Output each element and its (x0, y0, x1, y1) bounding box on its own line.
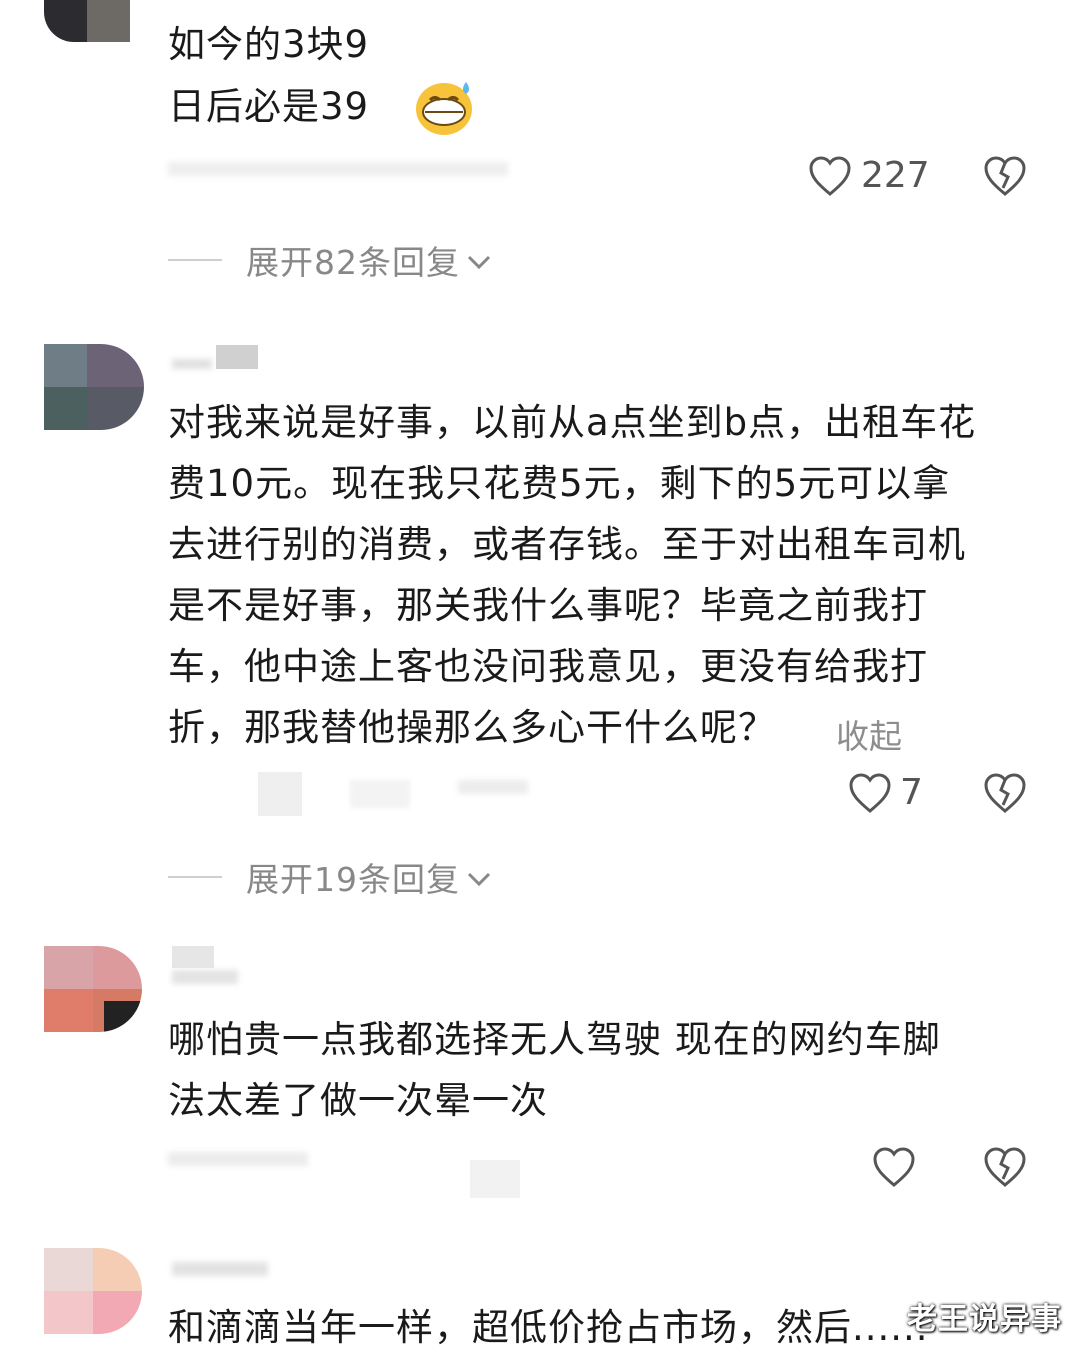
comment-text-line: 法太差了做一次晕一次 (168, 1079, 548, 1122)
comment-text-line: 如今的3块9 (168, 23, 370, 66)
comment-text-line: 车，他中途上客也没问我意见，更没有给我打 (168, 645, 928, 688)
like-icon[interactable] (808, 155, 852, 197)
avatar[interactable] (44, 344, 144, 430)
like-icon[interactable] (872, 1146, 916, 1188)
comment-text-line: 和滴滴当年一样，超低价抢占市场，然后...... (168, 1306, 929, 1349)
like-count: 7 (900, 772, 923, 813)
divider (168, 259, 222, 261)
avatar[interactable] (44, 0, 130, 42)
dislike-icon[interactable] (983, 1146, 1027, 1188)
username[interactable] (172, 345, 258, 369)
divider (168, 876, 222, 878)
comment-text-line: 日后必是39 (168, 85, 370, 128)
expand-replies-button[interactable]: 展开82条回复 (168, 236, 492, 284)
comment-meta (168, 162, 508, 176)
comment-text-line: 对我来说是好事，以前从a点坐到b点，出租车花 (168, 401, 977, 444)
comment-text-line: 去进行别的消费，或者存钱。至于对出租车司机 (168, 523, 966, 566)
chevron-down-icon (466, 858, 492, 897)
username[interactable] (172, 1262, 268, 1276)
collapse-button[interactable]: 收起 (836, 710, 902, 758)
comment-text-line: 折，那我替他操那么多心干什么呢？ (168, 706, 776, 749)
comment-text-line: 哪怕贵一点我都选择无人驾驶 现在的网约车脚 (168, 1018, 941, 1061)
dislike-icon[interactable] (983, 772, 1027, 814)
grinning-sweat-emoji (414, 78, 476, 136)
avatar[interactable] (44, 946, 142, 1032)
watermark: 老王说异事 (907, 1302, 1062, 1337)
dislike-icon[interactable] (983, 155, 1027, 197)
comment-text-line: 费10元。现在我只花费5元，剩下的5元可以拿 (168, 462, 951, 505)
comment-meta (168, 1148, 520, 1198)
comment-text-line: 是不是好事，那关我什么事呢？毕竟之前我打 (168, 584, 928, 627)
username[interactable] (172, 946, 238, 988)
like-icon[interactable] (848, 772, 892, 814)
expand-replies-label: 展开19条回复 (246, 860, 460, 899)
chevron-down-icon (466, 241, 492, 280)
avatar[interactable] (44, 1248, 142, 1334)
like-count: 227 (861, 155, 930, 196)
expand-replies-label: 展开82条回复 (246, 243, 460, 282)
expand-replies-button[interactable]: 展开19条回复 (168, 853, 492, 901)
comment-meta (258, 772, 528, 816)
